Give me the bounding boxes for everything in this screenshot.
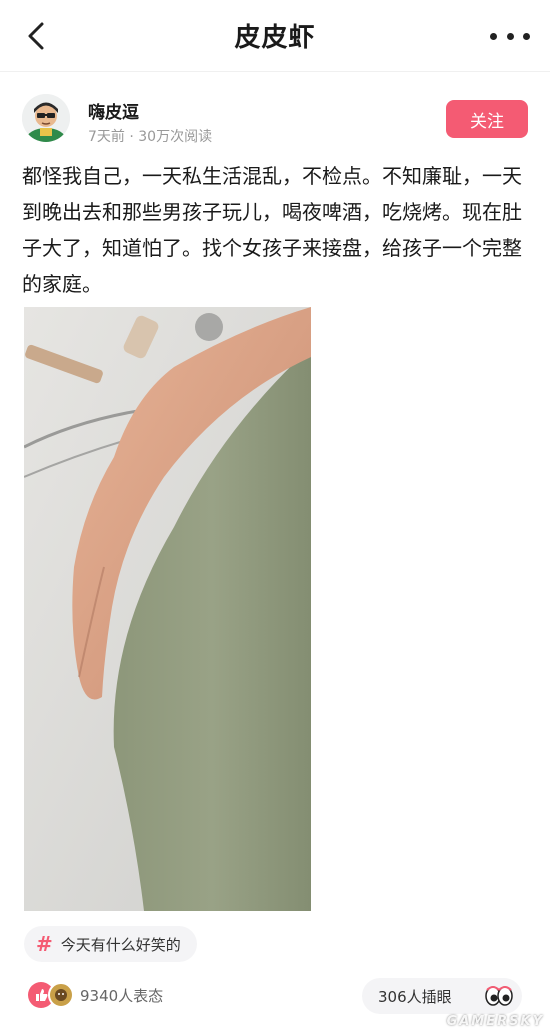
avatar[interactable] xyxy=(22,94,70,142)
poke-button[interactable]: 306人插眼 xyxy=(362,978,522,1014)
post-meta: 7天前 · 30万次阅读 xyxy=(88,129,213,145)
post-text: 都怪我自己，一天私生活混乱，不检点。不知廉耻，一天到晚出去和那些男孩子玩儿，喝夜… xyxy=(22,164,522,296)
author-header: 嗨皮逗 7天前 · 30万次阅读 关注 xyxy=(22,94,528,150)
more-dot xyxy=(523,32,530,40)
more-dot xyxy=(506,32,514,40)
hashtag-icon: # xyxy=(36,932,53,956)
topic-tag[interactable]: # 今天有什么好笑的 xyxy=(24,926,197,962)
page-title: 皮皮虾 xyxy=(234,23,316,53)
eyes-icon xyxy=(485,986,513,1006)
back-button[interactable] xyxy=(18,18,54,54)
author-name[interactable]: 嗨皮逗 xyxy=(88,98,139,123)
post-photo xyxy=(24,307,311,911)
reactions-button[interactable]: 9340人表态 xyxy=(28,982,163,1008)
watermark: GAMERSKY xyxy=(446,1014,544,1029)
face-emoji-icon xyxy=(48,982,74,1008)
chevron-left-icon xyxy=(28,22,44,50)
follow-button[interactable]: 关注 xyxy=(446,100,528,138)
more-dots-icon xyxy=(490,32,497,40)
topic-label: 今天有什么好笑的 xyxy=(60,935,181,954)
avatar-image xyxy=(22,94,70,142)
reactions-count: 9340人表态 xyxy=(80,986,164,1005)
post-image[interactable] xyxy=(24,307,311,911)
top-navbar: 皮皮虾 xyxy=(0,0,550,72)
more-button[interactable] xyxy=(490,22,530,50)
poke-count: 306人插眼 xyxy=(378,987,452,1006)
